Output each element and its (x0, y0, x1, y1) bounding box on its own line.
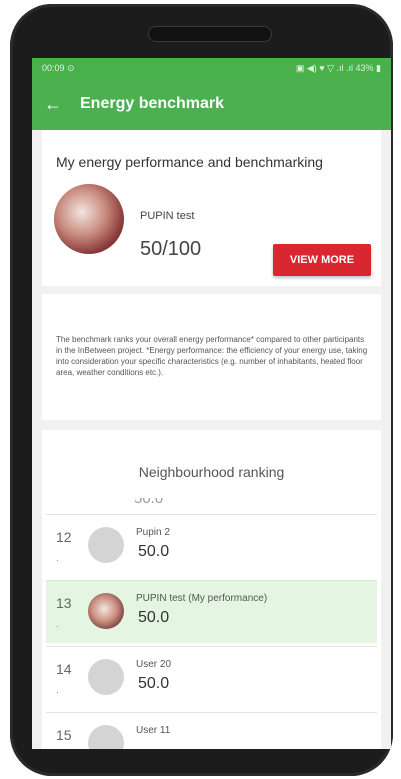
status-icons: ▣ ◀) ♥ ▽ .ıl .ıl 43% ▮ (295, 62, 381, 73)
performance-title: My energy performance and benchmarking (56, 154, 323, 170)
row-score: 50.0 (138, 609, 170, 626)
ranking-row[interactable]: 15 . User 11 (46, 712, 377, 749)
rank-dot: . (56, 553, 59, 564)
back-arrow-icon[interactable]: ← (44, 94, 80, 115)
performance-score: 50/100 (140, 238, 202, 260)
status-bar: 00:09 ⊙ ▣ ◀) ♥ ▽ .ıl .ıl 43% ▮ (32, 58, 391, 78)
ranking-card[interactable]: Neighbourhood ranking 50.0 12 . Pupin 2 … (42, 430, 381, 749)
row-score: 50.0 (138, 675, 170, 692)
rank-dot: . (56, 619, 59, 630)
info-card: The benchmark ranks your overall energy … (42, 294, 381, 420)
user-name: PUPIN test (140, 210, 195, 222)
phone-frame: 00:09 ⊙ ▣ ◀) ♥ ▽ .ıl .ıl 43% ▮ ← Energy … (10, 4, 393, 776)
row-user-name: PUPIN test (My performance) (136, 593, 268, 604)
avatar (88, 725, 124, 749)
rank-number: 12 (56, 529, 72, 545)
avatar (88, 593, 124, 629)
view-more-button[interactable]: VIEW MORE (273, 244, 371, 276)
rank-dot: . (56, 685, 59, 696)
performance-card: My energy performance and benchmarking P… (42, 130, 381, 286)
row-score: 50.0 (138, 543, 170, 560)
profile-avatar (54, 184, 124, 254)
row-user-name: User 11 (136, 725, 171, 736)
status-time: 00:09 ⊙ (42, 62, 75, 73)
row-user-name: User 20 (136, 659, 172, 670)
benchmark-info-text: The benchmark ranks your overall energy … (56, 335, 368, 377)
avatar (88, 659, 124, 695)
rank-number: 13 (56, 595, 72, 611)
speaker-grille (148, 26, 272, 42)
rank-number: 14 (56, 661, 72, 677)
screen: 00:09 ⊙ ▣ ◀) ♥ ▽ .ıl .ıl 43% ▮ ← Energy … (32, 58, 391, 749)
ranking-row-partial: 50.0 (42, 498, 381, 512)
ranking-row-my-performance[interactable]: 13 . PUPIN test (My performance) 50.0 (46, 580, 377, 643)
page-title: Energy benchmark (80, 95, 225, 112)
ranking-title: Neighbourhood ranking (138, 464, 285, 480)
app-bar: ← Energy benchmark (32, 78, 391, 130)
row-user-name: Pupin 2 (136, 527, 170, 538)
partial-row-score: 50.0 (134, 498, 164, 507)
rank-number: 15 (56, 727, 72, 743)
ranking-row[interactable]: 14 . User 20 50.0 (46, 646, 377, 709)
ranking-row[interactable]: 12 . Pupin 2 50.0 (46, 514, 377, 577)
avatar (88, 527, 124, 563)
